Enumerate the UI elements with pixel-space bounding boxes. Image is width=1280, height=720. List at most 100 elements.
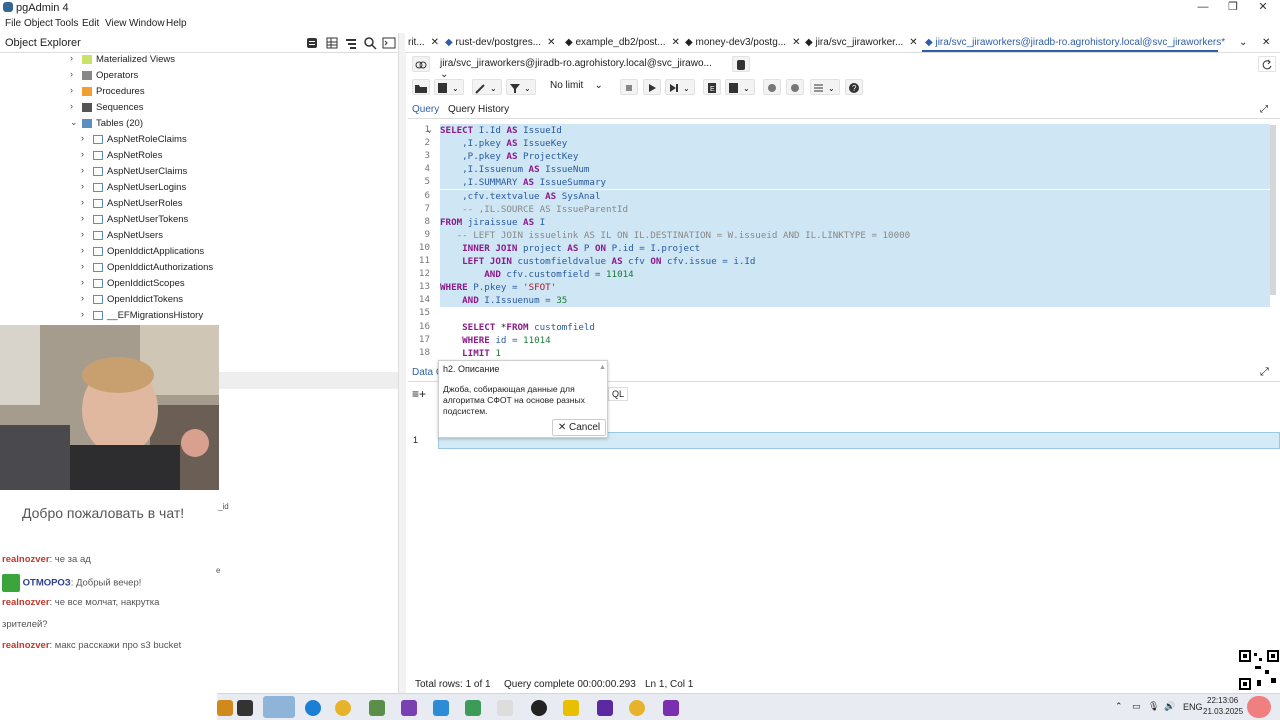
- limit-select[interactable]: No limit ⌄: [550, 80, 603, 91]
- app-taskbar-icon[interactable]: [563, 700, 579, 716]
- database-icon[interactable]: [305, 36, 321, 50]
- chevron-right-icon[interactable]: ›: [81, 293, 84, 303]
- vs-taskbar-icon[interactable]: [597, 700, 613, 716]
- tab-list-chevron-icon[interactable]: ⌄: [1239, 37, 1247, 48]
- code-line[interactable]: SELECT *FROM customfield: [440, 321, 595, 334]
- code-line[interactable]: INNER JOIN project AS P ON P.id = I.proj…: [440, 242, 700, 255]
- menu-help[interactable]: Help: [166, 18, 187, 29]
- code-line[interactable]: ,I.Issuenum AS IssueNum: [440, 163, 589, 176]
- tree-item[interactable]: › OpenIddictAuthorizations: [0, 260, 398, 276]
- tree-item[interactable]: › AspNetRoles: [0, 148, 398, 164]
- commit-icon[interactable]: [763, 79, 781, 95]
- tab-money-dev3[interactable]: ◆ money-dev3/postg... ✕: [685, 37, 800, 48]
- tab-query-history[interactable]: Query History: [448, 104, 509, 115]
- pgadmin-taskbar-icon[interactable]: [263, 696, 295, 718]
- tree-item[interactable]: ⌄ Tables (20): [0, 116, 398, 132]
- menu-file[interactable]: File: [5, 18, 21, 29]
- code-line[interactable]: FROM jiraissue AS I: [440, 216, 545, 229]
- menu-view[interactable]: View: [105, 18, 127, 29]
- code-line[interactable]: LEFT JOIN customfieldvalue AS cfv ON cfv…: [440, 255, 755, 268]
- scroll-up-icon[interactable]: ▲: [599, 364, 606, 371]
- code-line[interactable]: ,I.SUMMARY AS IssueSummary: [440, 176, 606, 189]
- tab-rust-dev[interactable]: ◆ rust-dev/postgres... ✕: [445, 37, 555, 48]
- code-line[interactable]: LIMIT 1: [440, 347, 501, 360]
- tab-query[interactable]: Query: [412, 104, 439, 115]
- chevron-right-icon[interactable]: ›: [70, 85, 73, 95]
- database-icon[interactable]: [732, 56, 750, 72]
- tree-item[interactable]: › Operators: [0, 68, 398, 84]
- expand-icon[interactable]: ⤢: [1260, 366, 1269, 379]
- maximize-button[interactable]: ❐: [1218, 0, 1248, 15]
- code-line[interactable]: WHERE P.pkey = 'SFOT': [440, 281, 556, 294]
- panel-splitter[interactable]: [398, 33, 406, 693]
- chrome-taskbar-icon[interactable]: [335, 700, 351, 716]
- volume-icon[interactable]: 🔊: [1164, 701, 1175, 712]
- connection-select[interactable]: jira/svc_jiraworkers@jiradb-ro.agrohisto…: [436, 56, 726, 80]
- tray-chevron-icon[interactable]: ⌃: [1115, 701, 1123, 712]
- cancel-button[interactable]: ✕ Cancel: [552, 419, 606, 436]
- menu-edit[interactable]: Edit: [82, 18, 99, 29]
- tab-jira-active[interactable]: ◆ jira/svc_jiraworkers@jiradb-ro.agrohis…: [925, 37, 1225, 48]
- clock-date[interactable]: 21.03.2025: [1203, 707, 1243, 716]
- tree-item[interactable]: › OpenIddictScopes: [0, 276, 398, 292]
- code-line[interactable]: AND cfv.customfield = 11014: [440, 268, 633, 281]
- sql-editor[interactable]: 1 SELECT I.Id AS IssueId 2 ,I.pkey AS Issu…: [408, 121, 1280, 363]
- chevron-right-icon[interactable]: ›: [81, 181, 84, 191]
- chevron-right-icon[interactable]: ›: [70, 101, 73, 111]
- network-icon[interactable]: ▭: [1132, 701, 1141, 712]
- tree-item[interactable]: › AspNetUserTokens: [0, 212, 398, 228]
- tree-item[interactable]: › OpenIddictTokens: [0, 292, 398, 308]
- tree-item[interactable]: › AspNetRoleClaims: [0, 132, 398, 148]
- code-line[interactable]: ,cfv.textvalue AS SysAnal: [440, 190, 600, 203]
- chevron-right-icon[interactable]: ›: [81, 213, 84, 223]
- code-line[interactable]: ,I.pkey AS IssueKey: [440, 137, 567, 150]
- tree-item[interactable]: › OpenIddictApplications: [0, 244, 398, 260]
- macros-icon[interactable]: ⌄: [810, 79, 840, 95]
- explorer-taskbar-icon[interactable]: [217, 700, 233, 716]
- tree-item[interactable]: › Sequences: [0, 100, 398, 116]
- visual-studio-taskbar-icon[interactable]: [401, 700, 417, 716]
- code-line[interactable]: -- ,IL.SOURCE AS IssueParentId: [440, 203, 628, 216]
- vs-taskbar-icon[interactable]: [663, 700, 679, 716]
- save-icon[interactable]: ⌄: [434, 79, 464, 95]
- tree-item[interactable]: › AspNetUserClaims: [0, 164, 398, 180]
- refresh-icon[interactable]: [1258, 56, 1276, 72]
- code-line[interactable]: WHERE id = 11014: [440, 334, 551, 347]
- tab-example-db2[interactable]: ◆ example_db2/post... ✕: [565, 37, 680, 48]
- close-button[interactable]: ✕: [1248, 0, 1278, 15]
- chevron-right-icon[interactable]: ›: [81, 149, 84, 159]
- code-line[interactable]: SELECT I.Id AS IssueId: [440, 124, 562, 137]
- code-line[interactable]: AND I.Issuenum = 35: [440, 294, 567, 307]
- clock-time[interactable]: 22:13:06: [1207, 696, 1238, 705]
- minimize-button[interactable]: —: [1188, 0, 1218, 15]
- tree-item[interactable]: › Materialized Views: [0, 52, 398, 68]
- tree-item[interactable]: › AspNetUserRoles: [0, 196, 398, 212]
- edit-icon[interactable]: ⌄: [472, 79, 502, 95]
- popup-body[interactable]: Джоба, собирающая данные для алгоритма С…: [443, 384, 593, 417]
- app-taskbar-icon[interactable]: [497, 700, 513, 716]
- chevron-right-icon[interactable]: ›: [81, 277, 84, 287]
- open-file-icon[interactable]: [412, 79, 430, 95]
- explain-icon[interactable]: E: [703, 79, 721, 95]
- chevron-right-icon[interactable]: ›: [81, 133, 84, 143]
- edge-taskbar-icon[interactable]: [305, 700, 321, 716]
- chrome-taskbar-icon[interactable]: [629, 700, 645, 716]
- tree-item[interactable]: › Procedures: [0, 84, 398, 100]
- chevron-right-icon[interactable]: ›: [81, 165, 84, 175]
- tree-item[interactable]: › AspNetUsers: [0, 228, 398, 244]
- app-taskbar-icon[interactable]: [369, 700, 385, 716]
- code-line[interactable]: ,P.pkey AS ProjectKey: [440, 150, 578, 163]
- stop-icon[interactable]: [620, 79, 638, 95]
- filter-icon[interactable]: ⌄: [506, 79, 536, 95]
- execute-script-icon[interactable]: ⌄: [665, 79, 695, 95]
- menu-object[interactable]: Object: [24, 18, 53, 29]
- add-row-icon[interactable]: ≡+: [412, 387, 426, 401]
- expand-icon[interactable]: ⤢: [1260, 104, 1268, 115]
- app-taskbar-icon[interactable]: [531, 700, 547, 716]
- chevron-right-icon[interactable]: ›: [81, 309, 84, 319]
- chevron-right-icon[interactable]: ›: [81, 245, 84, 255]
- app-taskbar-icon[interactable]: [237, 700, 253, 716]
- close-all-icon[interactable]: ✕: [1262, 37, 1270, 48]
- rollback-icon[interactable]: [786, 79, 804, 95]
- menu-tools[interactable]: Tools: [55, 18, 78, 29]
